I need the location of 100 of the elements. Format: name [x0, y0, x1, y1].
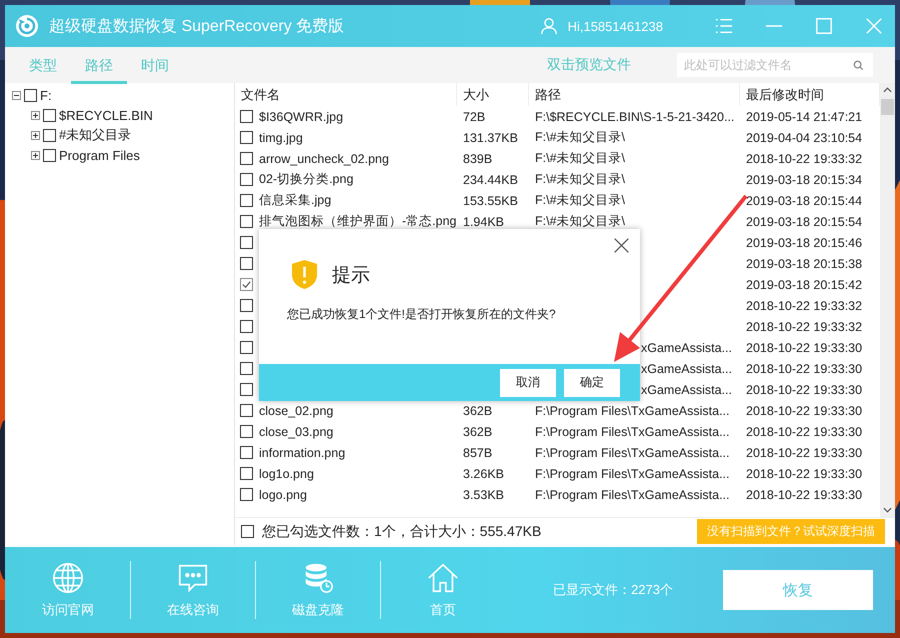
checkbox[interactable] — [24, 88, 37, 102]
collapse-icon[interactable] — [12, 90, 21, 100]
preview-hint: 双击预览文件 — [547, 56, 631, 74]
table-cell: arrow_uncheck_02.png — [259, 152, 389, 166]
logo-icon — [15, 14, 39, 38]
table-cell: 2018-10-22 19:33:32 — [746, 320, 862, 334]
expand-icon[interactable] — [31, 150, 40, 160]
table-cell: 2019-03-18 20:15:34 — [746, 172, 862, 186]
checkbox[interactable] — [43, 128, 56, 142]
dialog-button[interactable]: 确定 — [564, 368, 620, 396]
checkbox[interactable] — [240, 446, 253, 459]
table-cell: close_02.png — [259, 404, 334, 418]
checkbox[interactable] — [43, 148, 56, 162]
table-cell: 2019-04-04 23:10:54 — [746, 130, 862, 144]
table-cell: F:\#未知父目录\ — [535, 150, 626, 167]
tree-item[interactable]: $RECYCLE.BIN — [59, 108, 153, 122]
table-cell: 857B — [463, 446, 492, 460]
table-cell: F:\Program Files\TxGameAssista... — [535, 404, 730, 418]
table-cell: 2018-10-22 19:33:30 — [746, 404, 862, 418]
tree-item[interactable]: Program Files — [59, 148, 140, 162]
table-cell: F:\Program Files\TxGameAssista... — [535, 466, 730, 480]
column-header[interactable]: 路径 — [529, 83, 740, 106]
scroll-down-icon[interactable] — [883, 507, 892, 513]
table-cell: 153.55KB — [463, 194, 518, 208]
search-icon[interactable] — [853, 60, 864, 71]
globe-icon — [51, 561, 85, 595]
table-cell: 2019-03-18 20:15:42 — [746, 278, 862, 292]
home-icon — [426, 561, 460, 595]
dialog-title: 提示 — [332, 264, 370, 288]
scrollbar[interactable] — [880, 83, 895, 517]
checkbox[interactable] — [43, 108, 56, 122]
table-cell: xGameAssista... — [641, 382, 732, 396]
scroll-up-icon[interactable] — [883, 87, 892, 93]
table-cell: 2018-10-22 19:33:30 — [746, 362, 862, 376]
table-cell: close_03.png — [259, 424, 334, 438]
table-cell: xGameAssista... — [641, 340, 732, 354]
checkbox[interactable] — [240, 425, 253, 438]
checkbox[interactable] — [240, 299, 253, 312]
window-title: 超级硬盘数据恢复 SuperRecovery 免费版 — [49, 16, 344, 36]
table-cell: $I36QWRR.jpg — [259, 110, 344, 124]
checkbox[interactable] — [240, 383, 253, 396]
checkbox[interactable] — [240, 488, 253, 501]
expand-icon[interactable] — [31, 110, 40, 120]
expand-icon[interactable] — [31, 130, 40, 140]
table-cell: 2018-10-22 19:33:30 — [746, 340, 862, 354]
table-cell: 信息采集.jpg — [259, 192, 332, 209]
file-count: 已显示文件：2273个 — [553, 581, 673, 599]
dialog-button[interactable]: 取消 — [500, 368, 556, 396]
checkbox[interactable] — [241, 525, 254, 538]
checkbox[interactable] — [240, 404, 253, 417]
table-cell: 2018-10-22 19:33:30 — [746, 466, 862, 480]
checkbox[interactable] — [240, 320, 253, 333]
table-cell: 2019-03-18 20:15:44 — [746, 194, 862, 208]
checkbox[interactable] — [240, 173, 253, 186]
table-cell: 839B — [463, 152, 492, 166]
checkbox[interactable] — [240, 362, 253, 375]
checkbox[interactable] — [240, 257, 253, 270]
checkbox[interactable] — [240, 236, 253, 249]
table-cell: 131.37KB — [463, 130, 518, 144]
table-cell: log1o.png — [259, 466, 314, 480]
table-cell: 3.53KB — [463, 488, 504, 502]
table-cell: 2019-05-14 21:47:21 — [746, 110, 862, 124]
table-cell: F:\#未知父目录\ — [535, 213, 626, 230]
table-cell: F:\#未知父目录\ — [535, 192, 626, 209]
checkbox[interactable] — [240, 131, 253, 144]
column-header[interactable]: 文件名 — [235, 83, 457, 106]
table-cell: 3.26KB — [463, 466, 504, 480]
table-cell: F:\Program Files\TxGameAssista... — [535, 488, 730, 502]
checkbox[interactable] — [240, 215, 253, 228]
table-cell: 362B — [463, 424, 492, 438]
checkbox[interactable] — [240, 110, 253, 123]
table-cell: 02-切换分类.png — [259, 171, 354, 188]
tree-item[interactable]: F: — [40, 88, 52, 102]
table-cell: 1.94KB — [463, 214, 504, 228]
table-cell: F:\$RECYCLE.BIN\S-1-5-21-3420... — [535, 110, 734, 124]
table-cell: 72B — [463, 110, 486, 124]
table-cell: logo.png — [259, 488, 307, 502]
filter-field[interactable]: 此处可以过滤文件名 — [677, 53, 873, 77]
close-icon[interactable] — [613, 237, 630, 254]
tree-item[interactable]: #未知父目录 — [59, 126, 132, 144]
checkbox[interactable] — [240, 341, 253, 354]
table-cell: 2019-03-18 20:15:38 — [746, 256, 862, 270]
table-cell: 2018-10-22 19:33:30 — [746, 446, 862, 460]
table-cell: 2019-03-18 20:15:46 — [746, 236, 862, 250]
checkbox[interactable] — [240, 467, 253, 480]
table-cell: 2018-10-22 19:33:32 — [746, 298, 862, 312]
checkbox[interactable] — [240, 278, 253, 291]
table-cell: 2018-10-22 19:33:32 — [746, 152, 862, 166]
table-cell: xGameAssista... — [641, 362, 732, 376]
checkbox[interactable] — [240, 194, 253, 207]
column-header[interactable]: 大小 — [457, 83, 529, 106]
table-cell: 排气泡图标（维护界面）-常态.png — [259, 213, 456, 230]
warning-shield-icon — [291, 259, 318, 290]
table-cell: information.png — [259, 446, 346, 460]
table-cell: F:\Program Files\TxGameAssista... — [535, 446, 730, 460]
table-cell: 2018-10-22 19:33:30 — [746, 382, 862, 396]
table-cell: 362B — [463, 404, 492, 418]
table-cell: 2018-10-22 19:33:30 — [746, 424, 862, 438]
scroll-thumb[interactable] — [881, 99, 894, 115]
checkbox[interactable] — [240, 152, 253, 165]
